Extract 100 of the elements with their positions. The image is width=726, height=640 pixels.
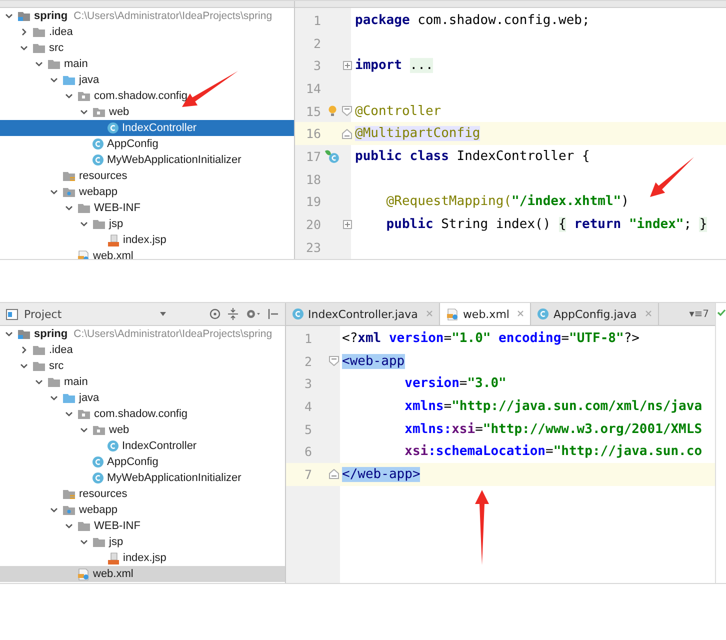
class-icon [107,440,119,452]
expand-fold-icon[interactable] [342,61,352,70]
line-number: 14 [304,80,322,96]
code-line: import ... [354,58,434,74]
tree-item-label: IndexController [122,439,197,453]
line-number: 20 [304,217,322,232]
editor-tab[interactable]: web.xml [440,303,532,325]
tree-item[interactable]: .idea [0,342,285,358]
tree-item[interactable]: web.xml [0,248,294,259]
folder-icon [32,360,46,372]
tree-item[interactable]: jsp [0,216,294,232]
tree-item-label: MyWebApplicationInitializer [107,471,242,485]
class-icon [92,456,104,468]
tree-item[interactable]: com.shadow.config [0,406,285,422]
line-number: 5 [303,422,313,437]
tree-item-label: com.shadow.config [94,89,188,103]
line-number: 19 [304,194,322,210]
dropdown-caret-icon[interactable] [159,311,167,317]
class-icon [92,472,104,484]
tree-item-label: index.jsp [123,233,166,247]
tree-item-label: AppConfig [107,455,158,469]
project-path: C:\Users\Administrator\IdeaProjects\spring [74,327,272,341]
class-icon [537,308,550,320]
lightbulb-icon[interactable] [328,105,336,118]
line-number: 15 [304,104,322,119]
tree-item-label: index.jsp [123,551,166,565]
package-folder-icon [92,424,106,436]
settings-icon[interactable] [245,308,261,320]
tree-item-label: resources [79,169,128,183]
hide-panel-icon[interactable] [267,308,279,320]
collapse-fold-icon[interactable] [329,356,339,366]
tree-item[interactable]: java [0,72,294,88]
tree-item[interactable]: src [0,358,285,374]
line-number: 6 [303,444,313,460]
tree-item[interactable]: com.shadow.config [0,88,294,104]
tree-item-label: spring [34,327,68,341]
jsp-file-icon [107,234,120,246]
line-number: 16 [304,126,322,142]
tree-item[interactable]: spring C:\Users\Administrator\IdeaProjects\spring [0,326,285,342]
tree-item[interactable]: java [0,390,285,406]
line-number: 2 [303,354,313,369]
class-icon [92,154,104,166]
implemented-class-icon[interactable] [324,148,340,164]
tree-item[interactable]: .idea [0,24,294,40]
check-icon [716,309,726,316]
collapse-all-icon[interactable] [227,308,239,320]
resources-folder-icon [62,488,76,500]
tree-item[interactable]: webapp [0,502,285,518]
tree-item[interactable]: IndexController [0,438,285,454]
tree-item-label: src [49,359,64,373]
line-number: 1 [312,12,322,28]
folder-icon [92,536,106,548]
fold-end-icon[interactable] [342,128,352,139]
tree-item[interactable]: AppConfig [0,454,285,470]
tree-item-label: java [79,73,100,87]
package-folder-icon [77,90,91,102]
collapse-fold-icon[interactable] [342,106,352,116]
module-folder-icon [17,10,31,22]
tree-item[interactable]: MyWebApplicationInitializer [0,470,285,486]
folder-icon [77,520,91,532]
tree-item-label: AppConfig [107,137,158,151]
tree-item[interactable]: web.xml [0,566,285,582]
tree-item[interactable]: index.jsp [0,232,294,248]
crosshair-icon[interactable] [209,308,221,320]
tab-list-menu[interactable]: ▾≡7 [683,308,715,320]
expand-fold-icon[interactable] [342,220,352,230]
tree-item[interactable]: jsp [0,534,285,550]
fold-end-icon[interactable] [329,469,339,480]
project-window-icon [6,308,18,320]
tree-item[interactable]: web [0,104,294,120]
tree-item[interactable]: spring C:\Users\Administrator\IdeaProjects\spring [0,8,294,24]
tree-item[interactable]: main [0,56,294,72]
folder-icon [47,376,61,388]
folder-icon [92,218,106,230]
tree-item[interactable]: AppConfig [0,136,294,152]
line-number: 4 [303,398,313,414]
tree-item[interactable]: webapp [0,184,294,200]
folder-icon [62,74,76,86]
tree-item-label: jsp [109,217,124,231]
tree-item[interactable]: resources [0,168,294,184]
tree-item-label: spring [34,9,68,23]
tree-item[interactable]: IndexController [0,120,294,136]
code-line: @RequestMapping("/index.xhtml") [385,194,629,210]
package-folder-icon [92,106,106,118]
line-number: 18 [304,172,322,187]
tree-item[interactable]: src [0,40,294,56]
line-number: 3 [312,58,322,74]
line-number: 17 [304,148,322,164]
tree-item[interactable]: WEB-INF [0,518,285,534]
code-line: public String index() { return "index"; } [385,217,708,232]
code-line: version="3.0" [404,376,506,392]
tree-item[interactable]: web [0,422,285,438]
tree-item[interactable]: index.jsp [0,550,285,566]
package-folder-icon [77,408,91,420]
tree-item-label: MyWebApplicationInitializer [107,153,242,167]
tree-item[interactable]: resources [0,486,285,502]
tree-item[interactable]: WEB-INF [0,200,294,216]
tree-item[interactable]: main [0,374,285,390]
tree-item[interactable]: MyWebApplicationInitializer [0,152,294,168]
tree-item-label: .idea [49,343,73,357]
